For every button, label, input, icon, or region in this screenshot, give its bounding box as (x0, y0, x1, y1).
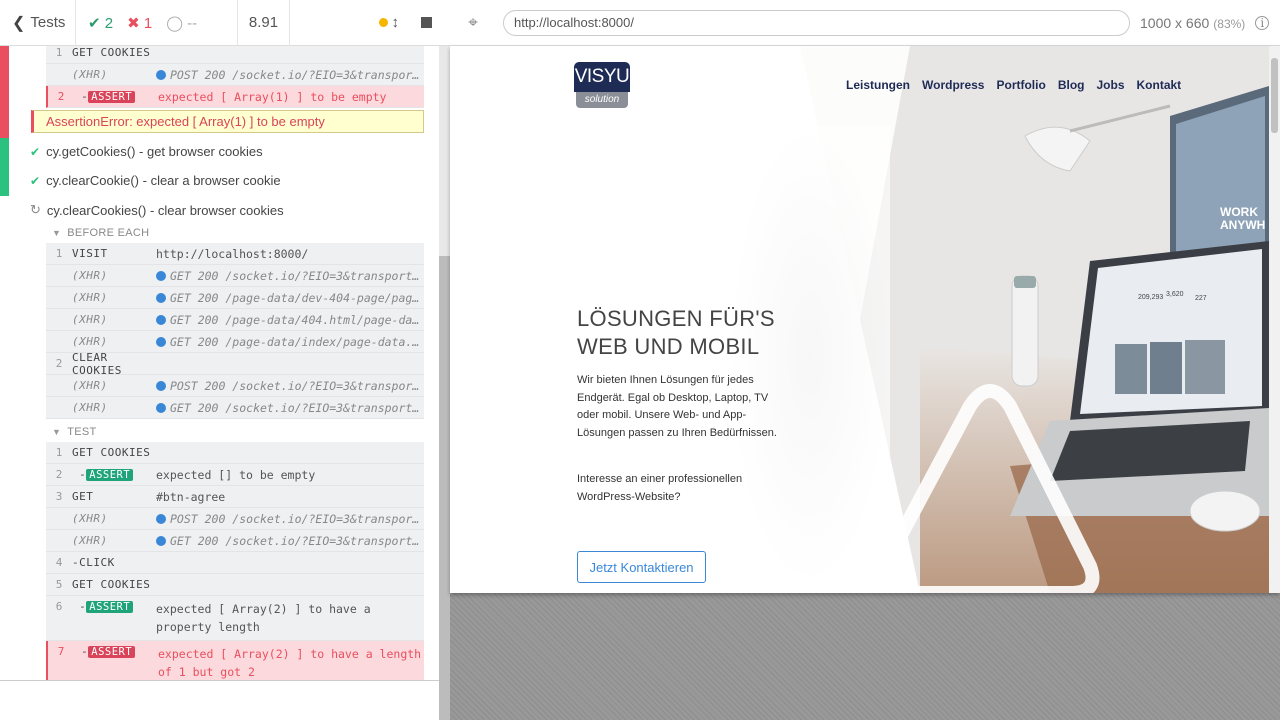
hero-text: Wir bieten Ihnen Lösungen für jedes Endg… (577, 374, 777, 439)
scrollbar-thumb[interactable] (439, 256, 450, 720)
caret-down-icon: ▼ (52, 427, 62, 437)
selector-playground-icon[interactable]: ⌖ (450, 13, 496, 33)
xhr-status-icon (156, 69, 166, 80)
xhr-row[interactable]: (XHR) GET 200 /socket.io/?EIO=3&transport… (46, 530, 424, 552)
failed-test-commands: 1 GET COOKIES (XHR) POST 200 /socket.io/?E… (46, 46, 424, 108)
hook-test[interactable]: ▼ TEST (52, 426, 97, 438)
screen-text: ANYWH (1220, 218, 1265, 232)
check-icon: ✔ (30, 173, 41, 188)
spinner-icon: ↻ (30, 202, 41, 217)
controls: ↕ (290, 0, 450, 46)
hero-question: Interesse an einer professionellen WordP… (577, 473, 743, 503)
xhr-row[interactable]: (XHR) POST 200 /socket.io/?EIO=3&transpor… (46, 375, 424, 397)
nav-portfolio[interactable]: Portfolio (996, 78, 1045, 92)
command-row[interactable]: 1 GET COOKIES (46, 442, 424, 464)
status-dot-icon (378, 18, 388, 27)
auto-scroll-toggle[interactable]: ↕ (378, 14, 400, 31)
nav-leistungen[interactable]: Leistungen (846, 78, 910, 92)
command-row[interactable]: 1 GET COOKIES (46, 46, 424, 64)
info-icon[interactable]: i (1255, 15, 1270, 30)
laptop-stat: 209,293 (1138, 294, 1163, 301)
command-row[interactable]: 3 GET #btn-agree (46, 486, 424, 508)
screen-text: WORK (1220, 205, 1258, 219)
command-row[interactable]: 5 GET COOKIES (46, 574, 424, 596)
tests-label: Tests (30, 14, 66, 31)
assertion-error[interactable]: AssertionError: expected [ Array(1) ] to… (31, 110, 424, 133)
nav-blog[interactable]: Blog (1058, 78, 1085, 92)
app-scrollbar[interactable] (1269, 46, 1280, 593)
contact-button[interactable]: Jetzt Kontaktieren (577, 551, 706, 583)
pending-count[interactable]: ◯ -- (166, 14, 197, 32)
scrollbar-thumb[interactable] (1271, 58, 1278, 133)
hero-background-image: WORK ANYWH 209,293 3,620 227 (450, 46, 1269, 593)
xhr-status-icon (156, 292, 166, 303)
tests-button[interactable]: ❮ Tests (0, 0, 76, 46)
app-under-test: WORK ANYWH 209,293 3,620 227 VISYU solut… (450, 46, 1280, 593)
site-logo[interactable]: VISYU solution (574, 62, 630, 110)
circle-icon: ◯ (166, 14, 183, 32)
aut-header: ⌖ http://localhost:8000/ 1000 x 660 (83%)… (450, 0, 1280, 46)
test-title-clearcookie[interactable]: ✔ cy.clearCookie() - clear a browser cook… (30, 173, 281, 188)
command-row[interactable]: 1 VISIT http://localhost:8000/ (46, 243, 424, 265)
duration: 8.91 (238, 0, 290, 46)
test-title-getcookies[interactable]: ✔ cy.getCookies() - get browser cookies (30, 144, 263, 159)
viewport-size: 1000 x 660 (83%) (1140, 14, 1246, 31)
url-field[interactable]: http://localhost:8000/ (503, 9, 1130, 36)
xhr-status-icon (156, 380, 166, 391)
xhr-row[interactable]: (XHR) GET 200 /page-data/dev-404-page/pag… (46, 287, 424, 309)
xhr-row[interactable]: (XHR) GET 200 /socket.io/?EIO=3&transport… (46, 265, 424, 287)
before-each-commands: 1 VISIT http://localhost:8000/(XHR) GET 200… (46, 243, 424, 419)
xhr-status-icon (156, 535, 166, 546)
updown-arrow-icon: ↕ (391, 14, 400, 31)
xhr-status-icon (156, 402, 166, 413)
passed-count[interactable]: ✔ 2 (88, 14, 113, 32)
nav-jobs[interactable]: Jobs (1096, 78, 1124, 92)
chevron-left-icon: ❮ (12, 14, 26, 32)
site-nav: Leistungen Wordpress Portfolio Blog Jobs… (846, 78, 1181, 92)
reporter-header: ❮ Tests ✔ 2 ✖ 1 ◯ -- 8.91 ↕ (0, 0, 450, 46)
failed-count[interactable]: ✖ 1 (127, 14, 152, 32)
laptop-stat: 227 (1195, 295, 1207, 302)
test-commands: 1 GET COOKIES 2 - ASSERT expected [] to be … (46, 442, 424, 680)
check-icon: ✔ (30, 144, 41, 159)
xhr-status-icon (156, 314, 166, 325)
nav-kontakt[interactable]: Kontakt (1137, 78, 1182, 92)
failed-indicator (0, 46, 9, 138)
xhr-row[interactable]: (XHR) GET 200 /page-data/404.html/page-da… (46, 309, 424, 331)
x-icon: ✖ (127, 14, 140, 32)
reporter-scrollbar[interactable] (439, 46, 450, 720)
command-log: 1 GET COOKIES (XHR) POST 200 /socket.io/?E… (0, 46, 439, 680)
xhr-status-icon (156, 336, 166, 347)
xhr-status-icon (156, 270, 166, 281)
xhr-row[interactable]: (XHR) GET 200 /socket.io/?EIO=3&transport… (46, 397, 424, 419)
assert-row[interactable]: 2 - ASSERT expected [] to be empty (46, 464, 424, 486)
xhr-row[interactable]: (XHR) POST 200 /socket.io/?EIO=3&transpor… (46, 64, 424, 86)
reporter-footer (0, 680, 439, 720)
assert-failed-row[interactable]: 7 - ASSERT expected [ Array(2) ] to have a… (46, 641, 424, 680)
hero-title: LÖSUNGEN FÜR'S WEB UND MOBIL (577, 306, 775, 359)
assert-row[interactable]: 6 - ASSERT expected [ Array(2) ] to have a… (46, 596, 424, 641)
stop-icon[interactable] (421, 17, 432, 28)
caret-down-icon: ▼ (52, 228, 62, 238)
command-row[interactable]: 4 -CLICK (46, 552, 424, 574)
assert-failed-row[interactable]: 2 - ASSERT expected [ Array(1) ] to be emp… (46, 86, 424, 108)
laptop-stat: 3,620 (1166, 291, 1184, 298)
check-icon: ✔ (88, 14, 101, 32)
xhr-status-icon (156, 513, 166, 524)
passed-indicator (0, 138, 9, 196)
nav-wordpress[interactable]: Wordpress (922, 78, 984, 92)
command-row[interactable]: 2 CLEAR COOKIES (46, 351, 424, 377)
test-title-clearcookies[interactable]: ↻ cy.clearCookies() - clear browser cooki… (30, 202, 284, 218)
hook-before-each[interactable]: ▼ BEFORE EACH (52, 227, 149, 239)
stats: ✔ 2 ✖ 1 ◯ -- (76, 0, 238, 46)
xhr-row[interactable]: (XHR) POST 200 /socket.io/?EIO=3&transpor… (46, 508, 424, 530)
